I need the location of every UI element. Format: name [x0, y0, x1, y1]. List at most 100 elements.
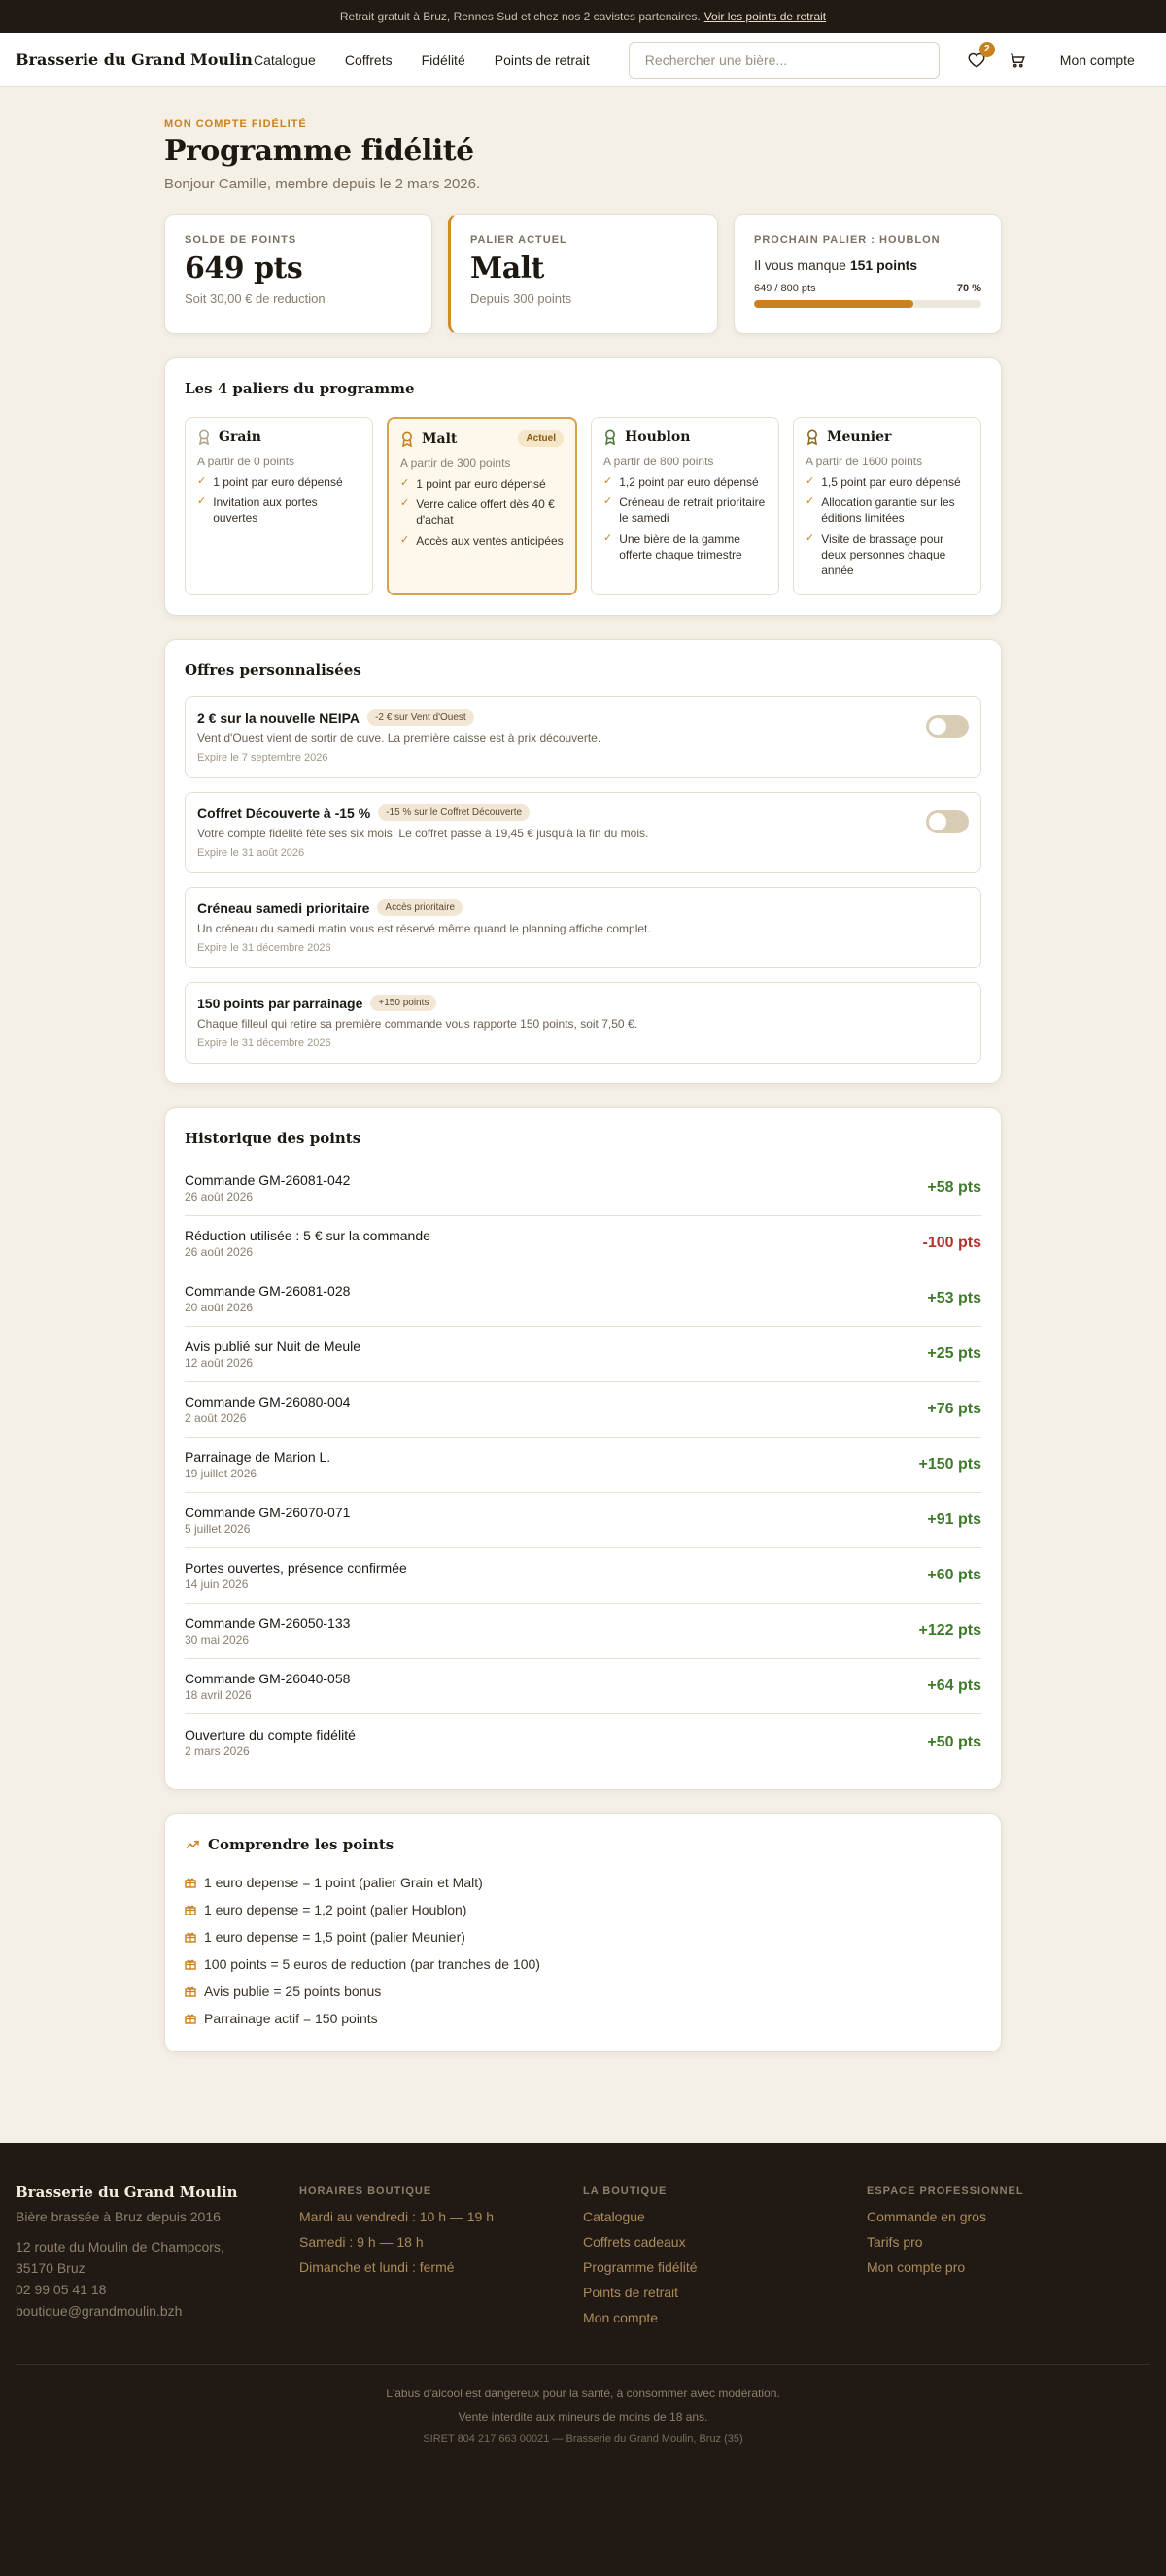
footer-link[interactable]: Mon compte pro [867, 2259, 1150, 2285]
check-icon: ✓ [400, 533, 410, 546]
rule-text: 1 euro depense = 1,5 point (palier Meuni… [204, 1929, 465, 1945]
tier-card-meunier: Meunier A partir de 1600 points ✓ 1,5 point… [793, 417, 981, 595]
history-date: 2 mars 2026 [185, 1744, 250, 1758]
history-row: Commande GM-26080-004 2 août 2026 +76 pts [185, 1382, 981, 1438]
history-date: 30 mai 2026 [185, 1633, 250, 1646]
tier-perk: ✓ 1 point par euro dépensé [197, 474, 360, 490]
missing-value: 151 points [849, 257, 918, 273]
offer-item: 150 points par parrainage +150 points Chaq… [185, 982, 981, 1064]
offer-activate-toggle[interactable] [926, 715, 969, 738]
search-input[interactable]: Rechercher une bière... [628, 41, 940, 79]
footer-link[interactable]: Programme fidélité [583, 2259, 867, 2285]
current-tier-value: Malt [470, 252, 544, 286]
rule-item: 1 euro depense = 1 point (palier Grain e… [185, 1869, 981, 1896]
history-date: 12 août 2026 [185, 1356, 254, 1370]
legal-line: Vente interdite aux mineurs de moins de … [458, 2410, 708, 2423]
gift-icon [185, 1986, 196, 1997]
tier-head: Houblon [603, 429, 767, 445]
offer-title: 2 € sur la nouvelle NEIPA [197, 709, 360, 726]
banner-text: Retrait gratuit à Bruz, Rennes Sud et ch… [339, 10, 701, 23]
balance-value: 649 pts [185, 252, 303, 286]
tier-perk-text: Allocation garantie sur les éditions lim… [821, 495, 955, 525]
offer-description: Un créneau du samedi matin vous est rése… [197, 922, 651, 935]
account-link[interactable]: Mon compte [1060, 52, 1135, 68]
tier-head: Malt Actuel [400, 430, 564, 447]
address-line: 12 route du Moulin de Champcors, [16, 2239, 224, 2254]
history-date: 14 juin 2026 [185, 1577, 249, 1591]
stats-row: SOLDE DE POINTS 649 pts Soit 30,00 € de … [164, 214, 1002, 334]
footer-link[interactable]: Catalogue [583, 2209, 867, 2234]
footer-link[interactable]: Tarifs pro [867, 2234, 1150, 2259]
tier-perk-text: Verre calice offert dès 40 € d'achat [416, 497, 555, 527]
tier-perk-text: Accès aux ventes anticipées [416, 533, 564, 548]
history-label: Ouverture du compte fidélité [185, 1726, 356, 1743]
tier-perk: ✓ Allocation garantie sur les éditions li… [806, 494, 969, 525]
history-date: 5 juillet 2026 [185, 1522, 251, 1536]
award-icon [199, 429, 209, 445]
tier-perk: ✓ Créneau de retrait prioritaire le samed… [603, 494, 767, 525]
history-info: Commande GM-26050-133 30 mai 2026 [185, 1615, 350, 1646]
history-info: Commande GM-26040-058 18 avril 2026 [185, 1671, 350, 1702]
footer-divider [16, 2364, 1150, 2365]
history-info: Avis publié sur Nuit de Meule 12 août 202… [185, 1339, 360, 1370]
cart-button[interactable] [1008, 51, 1027, 70]
offers-title: Offres personnalisées [185, 661, 361, 679]
check-icon: ✓ [400, 497, 410, 510]
offer-activate-toggle[interactable] [926, 810, 969, 833]
footer-email[interactable]: boutique@grandmoulin.bzh [16, 2300, 299, 2322]
banner-pickup-link[interactable]: Voir les points de retrait [704, 10, 826, 23]
history-label: Réduction utilisée : 5 € sur la commande [185, 1228, 430, 1243]
history-date: 19 juillet 2026 [185, 1467, 257, 1480]
history-row: Commande GM-26040-058 18 avril 2026 +64 pt… [185, 1659, 981, 1714]
address-line: 35170 Bruz [16, 2260, 86, 2276]
wishlist-count-badge: 2 [978, 41, 995, 57]
rules-title: Comprendre les points [208, 1836, 394, 1853]
rule-item: Avis publie = 25 points bonus [185, 1978, 981, 2005]
history-row: Commande GM-26070-071 5 juillet 2026 +91 p… [185, 1493, 981, 1548]
footer-link[interactable]: Commande en gros [867, 2209, 1150, 2234]
footer-address: 12 route du Moulin de Champcors, 35170 B… [16, 2236, 299, 2322]
footer-pro-col: ESPACE PROFESSIONNEL Commande en gros Ta… [867, 2184, 1150, 2335]
brand-logo[interactable]: Brasserie du Grand Moulin [16, 51, 254, 69]
gift-icon [185, 2014, 196, 2024]
history-label: Portes ouvertes, présence confirmée [185, 1560, 407, 1576]
rule-text: 1 euro depense = 1 point (palier Grain e… [204, 1875, 483, 1890]
tier-card-grain: Grain A partir de 0 points ✓ 1 point par eu… [185, 417, 373, 595]
history-points: +64 pts [927, 1678, 981, 1694]
tier-perks: ✓ 1 point par euro dépensé ✓ Verre calice o… [400, 476, 564, 549]
tier-card-houblon: Houblon A partir de 800 points ✓ 1,2 point … [591, 417, 779, 595]
history-info: Portes ouvertes, présence confirmée 14 ju… [185, 1560, 407, 1591]
tier-head: Grain [197, 429, 360, 445]
tier-perk-text: Visite de brassage pour deux personnes c… [821, 531, 946, 577]
footer-phone[interactable]: 02 99 05 41 18 [16, 2279, 299, 2300]
footer-tagline: Bière brassée à Bruz depuis 2016 [16, 2209, 221, 2224]
footer-link[interactable]: Points de retrait [583, 2285, 867, 2310]
history-info: Commande GM-26081-028 20 août 2026 [185, 1283, 350, 1314]
gift-icon [185, 1878, 196, 1888]
trending-up-icon [186, 1840, 199, 1848]
offer-title-row: Créneau samedi prioritaire Accès priorita… [197, 899, 651, 916]
history-info: Commande GM-26081-042 26 août 2026 [185, 1172, 350, 1203]
nav-fidelite[interactable]: Fidélité [422, 52, 465, 68]
top-banner: Retrait gratuit à Bruz, Rennes Sud et ch… [0, 0, 1166, 33]
history-row: Portes ouvertes, présence confirmée 14 ju… [185, 1548, 981, 1604]
tier-threshold: A partir de 300 points [400, 457, 511, 470]
history-points: +122 pts [918, 1622, 981, 1639]
nav-coffrets[interactable]: Coffrets [345, 52, 393, 68]
nav-points-retrait[interactable]: Points de retrait [495, 52, 590, 68]
rule-item: Parrainage actif = 150 points [185, 2005, 981, 2032]
check-icon: ✓ [806, 495, 815, 508]
tier-perk-text: Invitation aux portes ouvertes [213, 495, 318, 525]
nav-catalogue[interactable]: Catalogue [254, 52, 316, 68]
history-row: Ouverture du compte fidélité 2 mars 2026 +… [185, 1714, 981, 1770]
tier-perk: ✓ 1,2 point par euro dépensé [603, 474, 767, 490]
history-row: Réduction utilisée : 5 € sur la commande… [185, 1216, 981, 1271]
offers-card: Offres personnalisées 2 € sur la nouvell… [164, 639, 1002, 1084]
history-info: Parrainage de Marion L. 19 juillet 2026 [185, 1449, 330, 1480]
history-label: Avis publié sur Nuit de Meule [185, 1339, 361, 1354]
wishlist-button[interactable]: 2 [967, 41, 995, 70]
footer-link[interactable]: Coffrets cadeaux [583, 2234, 867, 2259]
footer-link[interactable]: Mon compte [583, 2310, 867, 2335]
hours-line: Mardi au vendredi : 10 h — 19 h [299, 2209, 495, 2224]
history-points: +60 pts [927, 1567, 981, 1583]
